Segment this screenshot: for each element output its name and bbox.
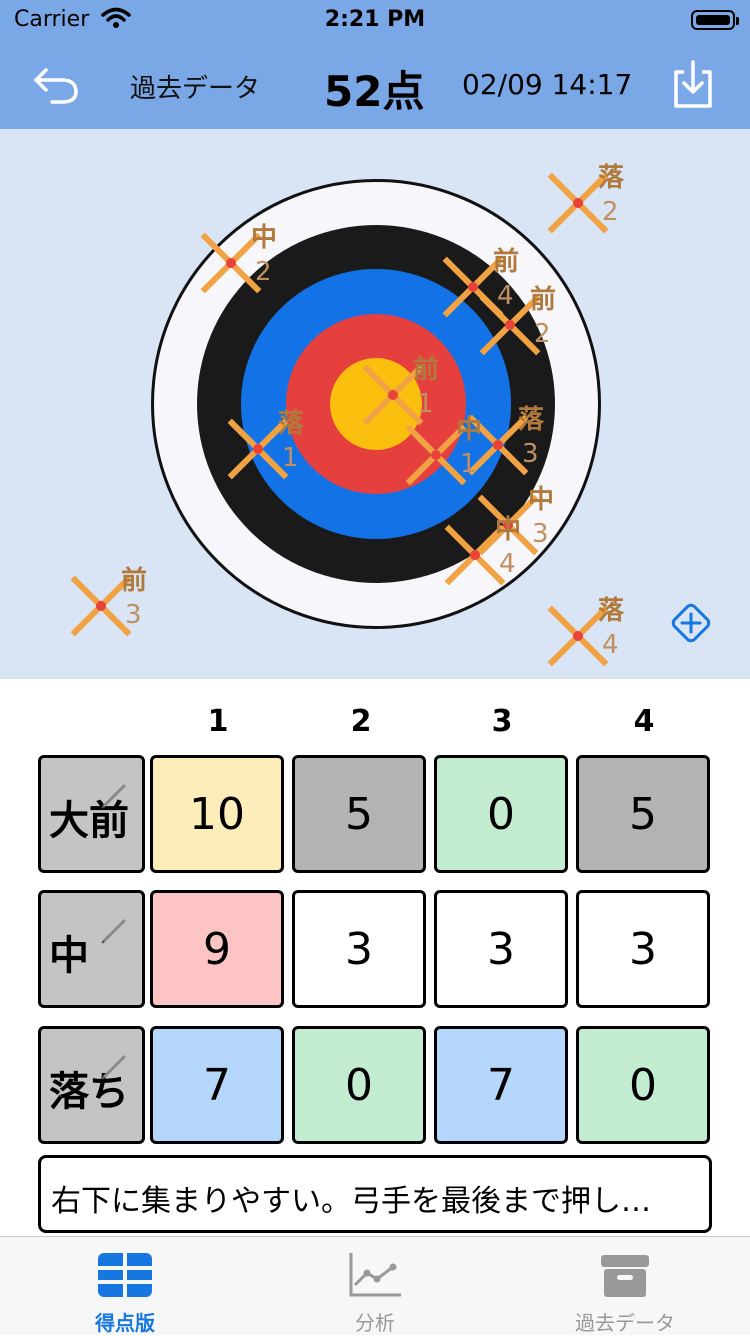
score-cell[interactable]: 3 <box>292 890 426 1008</box>
score-cell[interactable]: 9 <box>150 890 284 1008</box>
row-header-naka[interactable]: 中 <box>38 890 145 1008</box>
column-header: 4 <box>633 704 655 739</box>
header-bar: Carrier 2:21 PM 過去データ 52点 02/09 14:17 <box>0 0 750 129</box>
pencil-icon <box>101 919 126 944</box>
score-cell[interactable]: 10 <box>150 755 284 873</box>
record-datetime: 02/09 14:17 <box>462 68 633 101</box>
score-cell[interactable]: 0 <box>576 1026 710 1144</box>
column-header: 2 <box>350 704 372 739</box>
column-header: 3 <box>491 704 513 739</box>
score-cell[interactable]: 3 <box>434 890 568 1008</box>
tab-history[interactable]: 過去データ <box>500 1237 750 1335</box>
history-label: 過去データ <box>130 74 261 104</box>
score-cell[interactable]: 5 <box>576 755 710 873</box>
score-cell[interactable]: 7 <box>434 1026 568 1144</box>
tab-analysis[interactable]: 分析 <box>250 1237 500 1335</box>
line-chart-icon <box>349 1253 401 1297</box>
row-header-ochi[interactable]: 落ち <box>38 1026 145 1144</box>
score-cell[interactable]: 5 <box>292 755 426 873</box>
score-cell[interactable]: 0 <box>434 755 568 873</box>
tab-bar: 得点版 分析 過去データ <box>0 1236 750 1335</box>
memo-field[interactable]: 右下に集まりやすい。弓手を最後まで押し… <box>38 1155 712 1233</box>
score-cell[interactable]: 3 <box>576 890 710 1008</box>
score-cell[interactable]: 0 <box>292 1026 426 1144</box>
score-cell[interactable]: 7 <box>150 1026 284 1144</box>
tab-scoreboard[interactable]: 得点版 <box>0 1237 250 1335</box>
target-area[interactable]: 落2 中2 前4 前2 前1 落3 中1 落1 中3 中4 前3 落4 <box>0 129 750 679</box>
total-score: 52点 <box>324 67 425 116</box>
archive-box-icon <box>601 1255 649 1297</box>
battery-icon <box>691 10 739 30</box>
grid-icon <box>98 1253 152 1297</box>
pencil-icon <box>101 1055 126 1080</box>
target-center-yellow <box>330 358 422 450</box>
back-icon[interactable] <box>28 60 84 110</box>
row-header-omae[interactable]: 大前 <box>38 755 145 873</box>
pencil-icon <box>101 784 126 809</box>
column-header: 1 <box>207 704 229 739</box>
clock-label: 2:21 PM <box>324 7 426 32</box>
add-mark-icon[interactable] <box>666 598 716 648</box>
download-icon[interactable] <box>666 58 720 112</box>
